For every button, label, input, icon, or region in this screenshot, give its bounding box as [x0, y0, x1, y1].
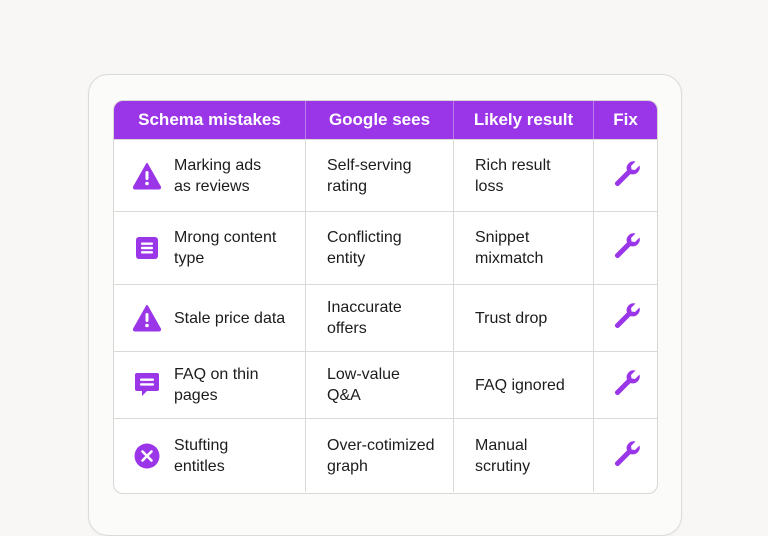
mistake-text: Stufting entitles: [174, 436, 229, 475]
table-row: Stufting entitles Over-cotimized graph M…: [114, 418, 657, 492]
chat-bubble-icon: [132, 370, 162, 400]
header-google-sees: Google sees: [306, 101, 454, 139]
mistake-cell: Mrong content type: [114, 212, 306, 284]
fix-cell: [594, 285, 657, 351]
google-sees-cell: Inaccurate offers: [306, 285, 454, 351]
fix-cell: [594, 419, 657, 492]
warning-triangle-icon: [132, 303, 162, 333]
mistake-text: Mrong content type: [174, 229, 277, 267]
wrench-icon[interactable]: [611, 300, 641, 336]
google-sees-cell: Low-value Q&A: [306, 352, 454, 418]
wrench-icon[interactable]: [611, 158, 641, 194]
mistake-cell: Stale price data: [114, 285, 306, 351]
document-list-icon: [132, 233, 162, 263]
schema-mistakes-table: Schema mistakes Google sees Likely resul…: [113, 100, 658, 494]
table-row: Mrong content type Conflicting entity Sn…: [114, 211, 657, 284]
google-sees-cell: Self-serving rating: [306, 140, 454, 211]
table-header: Schema mistakes Google sees Likely resul…: [114, 101, 657, 139]
mistake-cell: Marking ads as reviews: [114, 140, 306, 211]
google-sees-cell: Conflicting entity: [306, 212, 454, 284]
header-likely-result: Likely result: [454, 101, 594, 139]
google-sees-cell: Over-cotimized graph: [306, 419, 454, 492]
header-schema-mistakes: Schema mistakes: [114, 101, 306, 139]
wrench-icon[interactable]: [611, 438, 641, 474]
header-fix: Fix: [613, 110, 638, 129]
table-row: FAQ on thin pages Low-value Q&A FAQ igno…: [114, 351, 657, 418]
likely-result-cell: Rich result loss: [454, 140, 594, 211]
mistake-cell: FAQ on thin pages: [114, 352, 306, 418]
x-circle-icon: [132, 441, 162, 471]
likely-result-cell: Trust drop: [454, 285, 594, 351]
fix-cell: [594, 352, 657, 418]
table-row: Stale price data Inaccurate offers Trust…: [114, 284, 657, 351]
wrench-icon[interactable]: [611, 230, 641, 266]
mistake-text: FAQ on thin pages: [174, 366, 259, 404]
mistake-text: Stale price data: [174, 309, 286, 327]
likely-result-cell: Snippet mixmatch: [454, 212, 594, 284]
likely-result-cell: FAQ ignored: [454, 352, 594, 418]
wrench-icon[interactable]: [611, 367, 641, 403]
fix-cell: [594, 140, 657, 211]
likely-result-cell: Manual scrutiny: [454, 419, 594, 492]
warning-triangle-icon: [132, 161, 162, 191]
mistake-text: Marking ads as reviews: [174, 156, 262, 195]
table-row: Marking ads as reviews Self-serving rati…: [114, 139, 657, 211]
mistake-cell: Stufting entitles: [114, 419, 306, 492]
fix-cell: [594, 212, 657, 284]
